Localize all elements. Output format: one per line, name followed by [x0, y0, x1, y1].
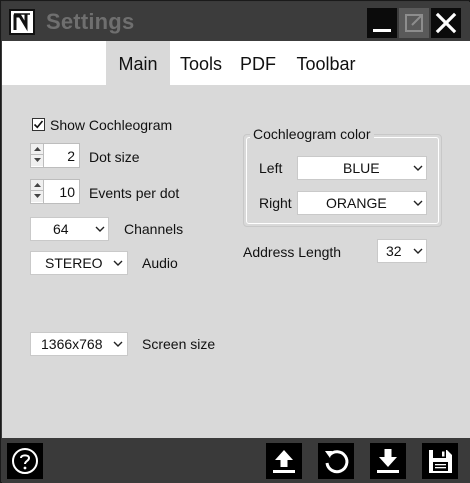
events-per-dot-spinner[interactable]: 10 [30, 179, 80, 204]
left-color-value: BLUE [343, 160, 380, 176]
right-color-value: ORANGE [326, 195, 387, 211]
download-icon [377, 449, 399, 473]
window-title: Settings [46, 9, 135, 34]
events-per-dot-value: 10 [59, 184, 75, 200]
cochleogram-color-group: Cochleogram color Left BLUE Right ORANGE [243, 125, 442, 227]
chevron-down-icon [413, 200, 423, 206]
show-cochleogram-checkbox[interactable] [32, 118, 45, 131]
dot-size-label: Dot size [89, 149, 140, 165]
screen-size-label: Screen size [142, 336, 216, 352]
caret-up-icon [33, 147, 41, 151]
caret-down-icon [33, 194, 41, 198]
help-button[interactable] [7, 443, 43, 479]
cochleogram-color-title: Cochleogram color [250, 125, 374, 143]
spin-down-button[interactable] [31, 155, 43, 166]
save-icon [429, 450, 452, 473]
screen-size-value: 1366x768 [41, 336, 103, 352]
close-icon [435, 12, 457, 34]
upload-icon [273, 450, 295, 473]
minimize-button[interactable] [367, 8, 397, 38]
maximize-icon [405, 14, 423, 32]
checkmark-icon [33, 120, 44, 129]
address-length-select[interactable]: 32 [377, 239, 427, 263]
help-icon [12, 448, 38, 474]
caret-down-icon [33, 158, 41, 162]
reset-button[interactable] [318, 443, 354, 479]
channels-label: Channels [124, 221, 184, 237]
chevron-down-icon [413, 165, 423, 171]
address-length-label: Address Length [243, 244, 342, 260]
left-color-select[interactable]: BLUE [297, 156, 427, 180]
tab-toolbar[interactable]: Toolbar [287, 41, 365, 85]
close-button[interactable] [431, 8, 461, 38]
chevron-down-icon [413, 248, 423, 254]
channels-select[interactable]: 64 [30, 217, 109, 241]
chevron-down-icon [113, 260, 123, 266]
tab-strip: Main Tools PDF Toolbar [2, 41, 470, 85]
maximize-button[interactable] [399, 8, 429, 38]
show-cochleogram-label: Show Cochleogram [50, 117, 173, 133]
tab-pdf[interactable]: PDF [235, 41, 281, 85]
dot-size-value: 2 [67, 148, 75, 164]
audio-select[interactable]: STEREO [30, 251, 128, 275]
reset-icon [325, 450, 349, 474]
spin-up-button[interactable] [31, 144, 43, 155]
upload-button[interactable] [266, 443, 302, 479]
download-button[interactable] [370, 443, 406, 479]
dot-size-spinner[interactable]: 2 [30, 143, 80, 168]
spin-up-button[interactable] [31, 180, 43, 191]
left-color-label: Left [259, 160, 283, 176]
address-length-value: 32 [386, 243, 402, 259]
audio-label: Audio [142, 255, 178, 271]
settings-window: Settings Main Tools PDF Toolbar Show Coc… [0, 0, 470, 483]
spin-down-button[interactable] [31, 191, 43, 202]
audio-value: STEREO [45, 255, 103, 271]
title-bar[interactable]: Settings [2, 2, 470, 41]
right-color-select[interactable]: ORANGE [297, 191, 427, 215]
minimize-icon [373, 29, 391, 32]
events-per-dot-label: Events per dot [89, 185, 180, 201]
right-color-label: Right [259, 195, 292, 211]
caret-up-icon [33, 183, 41, 187]
tab-tools[interactable]: Tools [172, 41, 230, 85]
screen-size-select[interactable]: 1366x768 [30, 332, 128, 356]
save-button[interactable] [422, 443, 458, 479]
chevron-down-icon [113, 341, 123, 347]
bottom-toolbar [2, 438, 470, 483]
chevron-down-icon [95, 226, 105, 232]
main-settings-panel: Show Cochleogram 2 Dot size 10 Events pe… [2, 85, 470, 438]
app-logo-icon [9, 9, 35, 35]
tab-main[interactable]: Main [106, 41, 170, 85]
channels-value: 64 [53, 221, 69, 237]
